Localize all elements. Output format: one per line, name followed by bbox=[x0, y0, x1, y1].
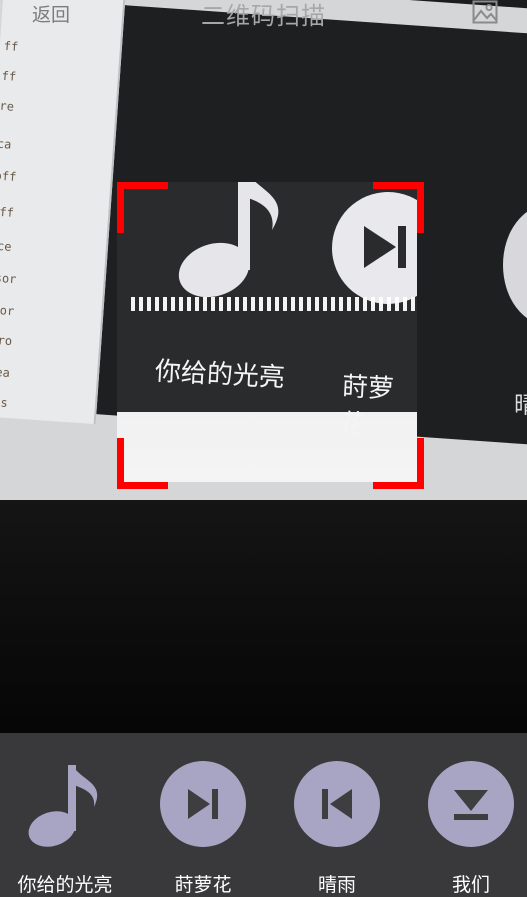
skip-previous-icon bbox=[322, 789, 352, 819]
playlist-item[interactable]: 晴雨 bbox=[272, 733, 402, 897]
code-fragment: ff bbox=[3, 38, 19, 54]
playlist-item-label: 你给的光亮 bbox=[17, 874, 113, 896]
eject-down-icon bbox=[454, 790, 488, 820]
playlist-item[interactable]: 你给的光亮 bbox=[0, 733, 130, 897]
playlist-item-label: 莳萝花 bbox=[174, 874, 232, 896]
dark-background bbox=[0, 500, 527, 740]
image-gallery-icon[interactable] bbox=[472, 0, 498, 24]
scan-line bbox=[131, 297, 416, 311]
partial-screen-label: 晴 bbox=[514, 391, 527, 419]
skip-next-icon bbox=[188, 789, 218, 819]
top-bar: 返回 二维码扫描 bbox=[0, 0, 527, 30]
playlist-item-label: 晴雨 bbox=[317, 874, 356, 896]
skip-previous-button-circle bbox=[294, 761, 380, 847]
playlist-item-label: 我们 bbox=[451, 874, 490, 896]
code-fragment: hrea bbox=[0, 364, 11, 381]
code-fragment: off bbox=[0, 168, 17, 185]
code-fragment: _pro bbox=[0, 332, 13, 349]
scan-frame-corner bbox=[117, 438, 168, 489]
code-fragment: ca bbox=[0, 136, 12, 152]
code-fragment: ages bbox=[0, 393, 9, 410]
scan-frame-corner bbox=[373, 182, 424, 233]
code-fragment: re bbox=[0, 98, 15, 114]
music-note-icon bbox=[178, 182, 279, 298]
skip-next-button-circle bbox=[160, 761, 246, 847]
code-fragment: off bbox=[0, 204, 15, 220]
scan-frame-corner bbox=[117, 182, 168, 233]
code-fragment: nsor bbox=[0, 270, 17, 287]
playlist-bar: 你给的光亮 莳萝花 晴雨 我们 bbox=[0, 733, 527, 897]
scan-frame-corner bbox=[373, 438, 424, 489]
preview-label: 莳萝花 bbox=[339, 372, 395, 441]
code-fragment: ff bbox=[1, 68, 17, 84]
code-fragment: nsor bbox=[0, 302, 15, 319]
playlist-item[interactable]: 莳萝花 bbox=[138, 733, 268, 897]
code-fragment: rce bbox=[0, 238, 12, 254]
eject-down-button-circle bbox=[428, 761, 514, 847]
preview-label: 你给的光亮 bbox=[154, 356, 286, 394]
music-note-icon bbox=[28, 765, 98, 847]
playlist-item[interactable]: 我们 bbox=[406, 733, 527, 897]
page-title: 二维码扫描 bbox=[201, 2, 326, 30]
